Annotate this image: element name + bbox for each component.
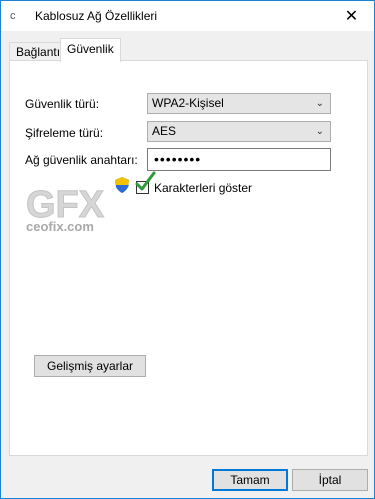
tab-connection-label: Bağlantı: [16, 45, 61, 59]
security-type-value: WPA2-Kişisel: [152, 96, 224, 110]
advanced-settings-button[interactable]: Gelişmiş ayarlar: [34, 355, 146, 377]
encryption-type-label: Şifreleme türü:: [25, 126, 104, 140]
security-panel: Güvenlik türü: WPA2-Kişisel ⌄ Şifreleme …: [9, 60, 368, 456]
cancel-button[interactable]: İptal: [292, 469, 368, 491]
watermark-site: ceofix.com: [26, 219, 94, 234]
network-key-label: Ağ güvenlik anahtarı:: [25, 153, 138, 167]
close-icon: ✕: [344, 8, 359, 25]
tab-security-label: Güvenlik: [67, 42, 114, 56]
chevron-down-icon: ⌄: [315, 126, 324, 137]
dialog-window: c Kablosuz Ağ Özellikleri ✕ Bağlantı Güv…: [0, 0, 375, 499]
network-key-input[interactable]: ••••••••: [147, 148, 331, 171]
encryption-type-select[interactable]: AES ⌄: [147, 121, 331, 142]
security-type-select[interactable]: WPA2-Kişisel ⌄: [147, 93, 331, 114]
tab-connection[interactable]: Bağlantı: [9, 42, 68, 62]
checkmark-icon: [135, 171, 156, 191]
chevron-down-icon: ⌄: [315, 98, 324, 109]
security-type-label: Güvenlik türü:: [25, 97, 100, 111]
show-characters-label[interactable]: Karakterleri göster: [154, 181, 252, 195]
encryption-type-value: AES: [152, 124, 177, 138]
tab-security[interactable]: Güvenlik: [60, 38, 121, 62]
uac-shield-icon: [115, 177, 129, 193]
close-button[interactable]: ✕: [329, 1, 374, 31]
title-bar: c Kablosuz Ağ Özellikleri ✕: [1, 1, 374, 31]
ok-button[interactable]: Tamam: [212, 469, 288, 491]
network-key-value: ••••••••: [154, 151, 202, 167]
tab-strip: Bağlantı Güvenlik: [9, 38, 367, 62]
wifi-icon: c: [10, 10, 16, 22]
window-title: Kablosuz Ağ Özellikleri: [35, 9, 158, 23]
